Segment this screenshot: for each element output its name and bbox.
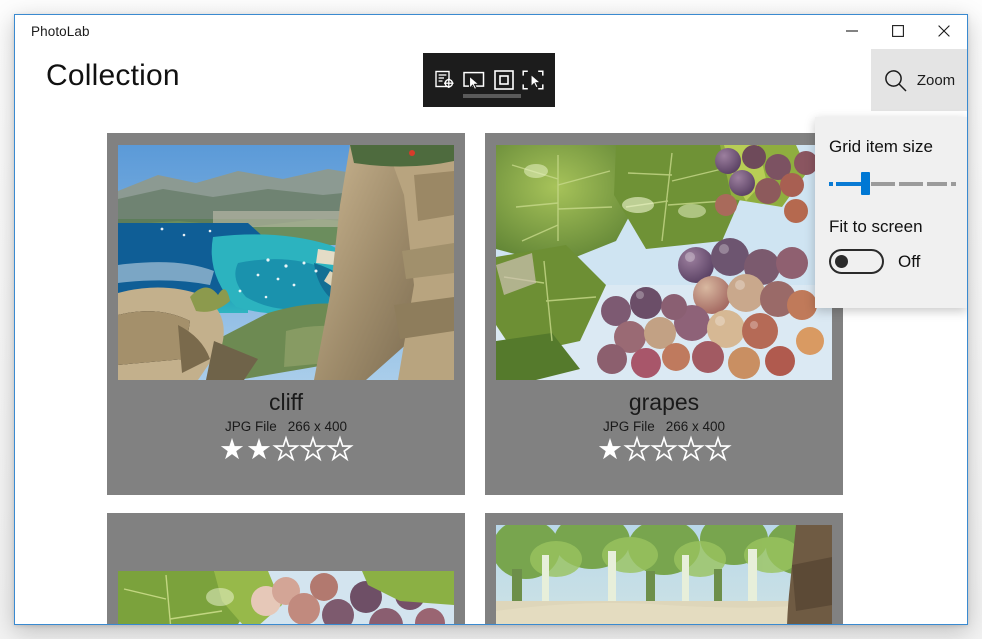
autumn-forest-path-photo <box>496 525 832 624</box>
toolbar-select-button[interactable] <box>460 64 488 96</box>
search-icon <box>884 69 907 92</box>
slider-tick-start <box>829 182 833 186</box>
card-meta: JPG File 266 x 400 <box>225 419 347 434</box>
star-4[interactable]: ★ <box>299 435 327 466</box>
card-file-type: JPG File <box>224 419 277 435</box>
maximize-button[interactable] <box>875 15 921 47</box>
list-settings-icon <box>434 70 454 88</box>
slider-gap-1 <box>895 182 899 186</box>
overlay-toolbar <box>423 53 555 107</box>
zoom-flyout: Grid item size Fit to screen Off <box>815 117 967 308</box>
minimize-button[interactable] <box>829 15 875 47</box>
card-rating[interactable]: ★ ★ ★ ★ ★ <box>219 435 354 466</box>
coastal-cliff-bay-photo <box>118 145 454 380</box>
toolbar-underline <box>463 94 521 98</box>
card-title: grapes <box>628 389 700 415</box>
star-1[interactable]: ★ <box>597 436 623 465</box>
star-4[interactable]: ★ <box>677 435 705 466</box>
photo-card[interactable]: grapes JPG File 266 x 400 ★ ★ ★ ★ ★ <box>485 133 843 495</box>
fit-to-screen-row: Off <box>829 249 967 274</box>
slider-thumb[interactable] <box>861 172 870 195</box>
minimize-icon <box>846 30 858 32</box>
slider-gap-2 <box>923 182 927 186</box>
window-title: PhotoLab <box>31 23 90 39</box>
card-rating[interactable]: ★ ★ ★ ★ ★ <box>597 435 732 466</box>
screen-pointer-icon <box>463 71 485 90</box>
card-thumbnail <box>496 145 832 380</box>
card-dimensions: 266 x 400 <box>665 419 726 435</box>
fit-to-screen-label: Fit to screen <box>829 217 923 236</box>
photo-card[interactable] <box>107 513 465 624</box>
card-meta: JPG File 266 x 400 <box>603 419 725 434</box>
square-outline-icon <box>493 70 514 90</box>
title-bar[interactable]: PhotoLab <box>15 15 967 47</box>
grid-item-size-slider[interactable] <box>829 172 956 195</box>
vineyard-grapes-harvest-photo <box>118 571 454 624</box>
star-2[interactable]: ★ <box>623 435 651 466</box>
toolbar-element-button[interactable] <box>490 64 518 96</box>
slider-remaining-track <box>871 182 956 186</box>
close-button[interactable] <box>921 15 967 47</box>
fit-to-screen-state: Off <box>898 251 921 271</box>
page-title: Collection <box>46 59 180 92</box>
grid-item-size-label: Grid item size <box>829 137 933 156</box>
star-3[interactable]: ★ <box>650 435 678 466</box>
photo-card[interactable]: cliff JPG File 266 x 400 ★ ★ ★ ★ ★ <box>107 133 465 495</box>
star-2[interactable]: ★ <box>246 436 272 465</box>
card-thumbnail <box>496 525 832 624</box>
toolbar-options-button[interactable] <box>431 64 459 96</box>
card-file-type: JPG File <box>602 419 655 435</box>
star-3[interactable]: ★ <box>272 435 300 466</box>
close-icon <box>938 25 950 37</box>
slider-gap-3 <box>947 182 951 186</box>
zoom-button[interactable]: Zoom <box>871 49 967 111</box>
window-controls <box>829 15 967 47</box>
fit-to-screen-toggle[interactable] <box>829 249 884 274</box>
card-thumbnail <box>118 145 454 380</box>
toggle-knob <box>835 255 848 268</box>
app-window: PhotoLab Collection Zoom Grid item size … <box>14 14 968 625</box>
star-5[interactable]: ★ <box>326 435 354 466</box>
card-dimensions: 266 x 400 <box>287 419 348 435</box>
grape-cluster-vine-photo <box>496 145 832 380</box>
card-title: cliff <box>268 389 304 415</box>
toolbar-pick-element-button[interactable] <box>519 64 547 96</box>
card-thumbnail <box>118 571 454 624</box>
zoom-button-label: Zoom <box>916 71 956 89</box>
star-1[interactable]: ★ <box>219 436 245 465</box>
star-5[interactable]: ★ <box>704 435 732 466</box>
maximize-icon <box>892 25 904 37</box>
frame-pointer-icon <box>522 70 544 90</box>
photo-card[interactable] <box>485 513 843 624</box>
